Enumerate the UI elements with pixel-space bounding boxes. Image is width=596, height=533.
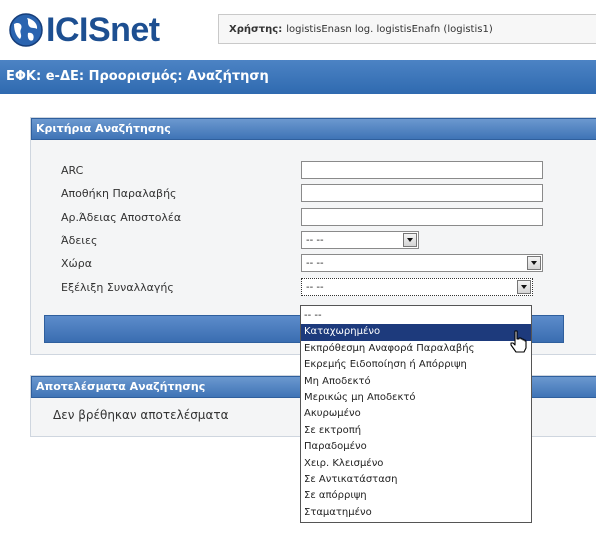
dropdown-option[interactable]: Χειρ. Κλεισμένο: [301, 456, 531, 472]
transaction-status-value: -- --: [306, 281, 324, 293]
dropdown-option[interactable]: Σε Αντικατάσταση: [301, 472, 531, 488]
transaction-status-select[interactable]: -- --: [301, 278, 533, 296]
globe-icon: [9, 13, 43, 47]
dropdown-option[interactable]: Σε εκτροπή: [301, 423, 531, 439]
brand-name: ICISnet: [46, 11, 160, 49]
criteria-header: Κριτήρια Αναζήτησης: [31, 118, 596, 140]
dropdown-option[interactable]: Ακυρωμένο: [301, 406, 531, 422]
dropdown-option[interactable]: Μερικώς μη Αποδεκτό: [301, 390, 531, 406]
country-select[interactable]: -- --: [301, 254, 543, 272]
label-licenses: Άδειες: [61, 234, 98, 247]
country-value: -- --: [306, 257, 324, 269]
dropdown-option[interactable]: Σε απόρριψη: [301, 488, 531, 504]
label-transaction-status: Εξέλιξη Συναλλαγής: [61, 281, 174, 294]
icisnet-logo: ICISnet: [8, 10, 160, 50]
arc-input[interactable]: [301, 161, 543, 179]
page-title: ΕΦΚ: e-ΔΕ: Προορισμός: Αναζήτηση: [0, 60, 596, 94]
dropdown-option[interactable]: Παραδομένο: [301, 439, 531, 455]
user-value: logistisEnasn log. logistisEnafn (logist…: [286, 23, 493, 35]
chevron-down-icon[interactable]: [403, 233, 417, 247]
licenses-value: -- --: [306, 234, 324, 246]
pointer-cursor-icon: [510, 330, 527, 353]
dropdown-option[interactable]: -- --: [301, 308, 531, 324]
dropdown-option[interactable]: Μη Αποδεκτό: [301, 374, 531, 390]
dropdown-option[interactable]: Εκρεμής Ειδοποίηση ή Απόρριψη: [301, 357, 531, 373]
user-label: Χρήστης:: [229, 23, 283, 35]
label-country: Χώρα: [61, 257, 92, 270]
transaction-status-dropdown[interactable]: -- -- Καταχωρημένο Εκπρόθεσμη Αναφορά Πα…: [300, 305, 532, 523]
warehouse-input[interactable]: [301, 184, 543, 202]
label-sender-license: Αρ.Άδειας Αποστολέα: [61, 211, 182, 224]
licenses-select[interactable]: -- --: [301, 231, 419, 249]
chevron-down-icon[interactable]: [527, 256, 541, 270]
sender-license-input[interactable]: [301, 208, 543, 226]
dropdown-option[interactable]: Εκπρόθεσμη Αναφορά Παραλαβής: [301, 341, 531, 357]
no-results-text: Δεν βρέθηκαν αποτελέσματα: [53, 408, 229, 422]
dropdown-option[interactable]: Σταματημένο: [301, 505, 531, 521]
user-info: Χρήστης: logistisEnasn log. logistisEnaf…: [218, 14, 596, 44]
label-arc: ARC: [61, 164, 84, 177]
label-warehouse: Αποθήκη Παραλαβής: [61, 187, 177, 200]
chevron-down-icon[interactable]: [517, 280, 531, 294]
dropdown-option-selected[interactable]: Καταχωρημένο: [301, 324, 531, 341]
